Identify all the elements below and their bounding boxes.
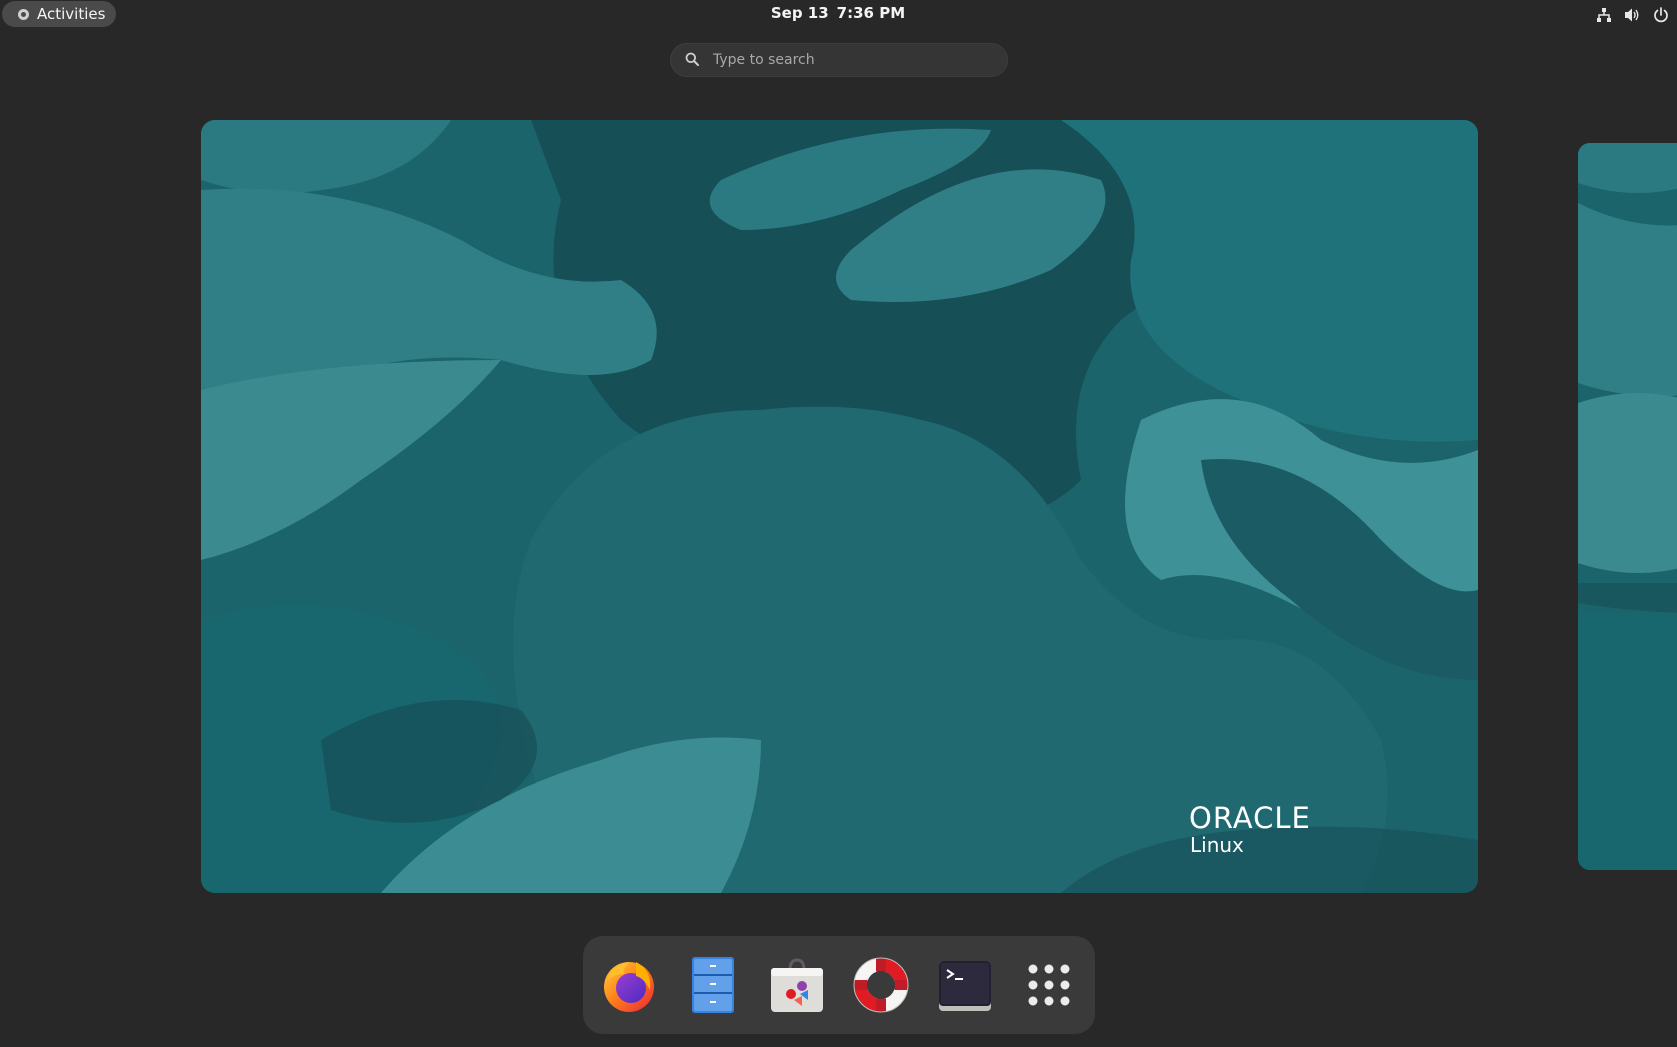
activities-button[interactable]: Activities (2, 1, 116, 27)
dash-files[interactable] (684, 956, 742, 1014)
files-icon (692, 957, 734, 1013)
search-icon (685, 51, 699, 70)
dash-software[interactable] (768, 956, 826, 1014)
dash (583, 936, 1095, 1034)
firefox-icon (604, 962, 654, 1012)
terminal-icon (939, 961, 991, 1011)
activities-label: Activities (37, 5, 106, 23)
activities-indicator-icon (18, 8, 29, 20)
wallpaper-next (1578, 143, 1677, 870)
wallpaper (201, 120, 1478, 893)
workspace-thumbnail-next[interactable] (1578, 143, 1677, 870)
clock-time: 7:36 PM (836, 4, 906, 22)
top-bar: Activities Sep 13 7:36 PM (0, 0, 1677, 29)
network-icon[interactable] (1596, 7, 1612, 23)
workspace-thumbnail-current[interactable]: ORACLE Linux (201, 120, 1478, 893)
search-entry[interactable] (670, 43, 1008, 77)
clock-date: Sep 13 (770, 4, 829, 22)
clock[interactable]: Sep 13 7:36 PM (738, 4, 938, 22)
dash-show-apps[interactable] (1020, 956, 1078, 1014)
oracle-linux-logo: ORACLE Linux (1189, 803, 1311, 857)
help-icon (853, 957, 909, 1013)
system-tray[interactable] (1596, 4, 1669, 26)
software-icon (771, 958, 823, 1012)
logo-product: Linux (1190, 833, 1244, 857)
volume-icon[interactable] (1624, 7, 1641, 23)
app-grid-icon (1028, 964, 1070, 1006)
dash-firefox[interactable] (600, 956, 658, 1014)
power-icon[interactable] (1653, 7, 1669, 23)
search-input[interactable] (711, 51, 975, 69)
dash-help[interactable] (852, 956, 910, 1014)
dash-terminal[interactable] (936, 956, 994, 1014)
logo-brand: ORACLE (1189, 801, 1311, 835)
